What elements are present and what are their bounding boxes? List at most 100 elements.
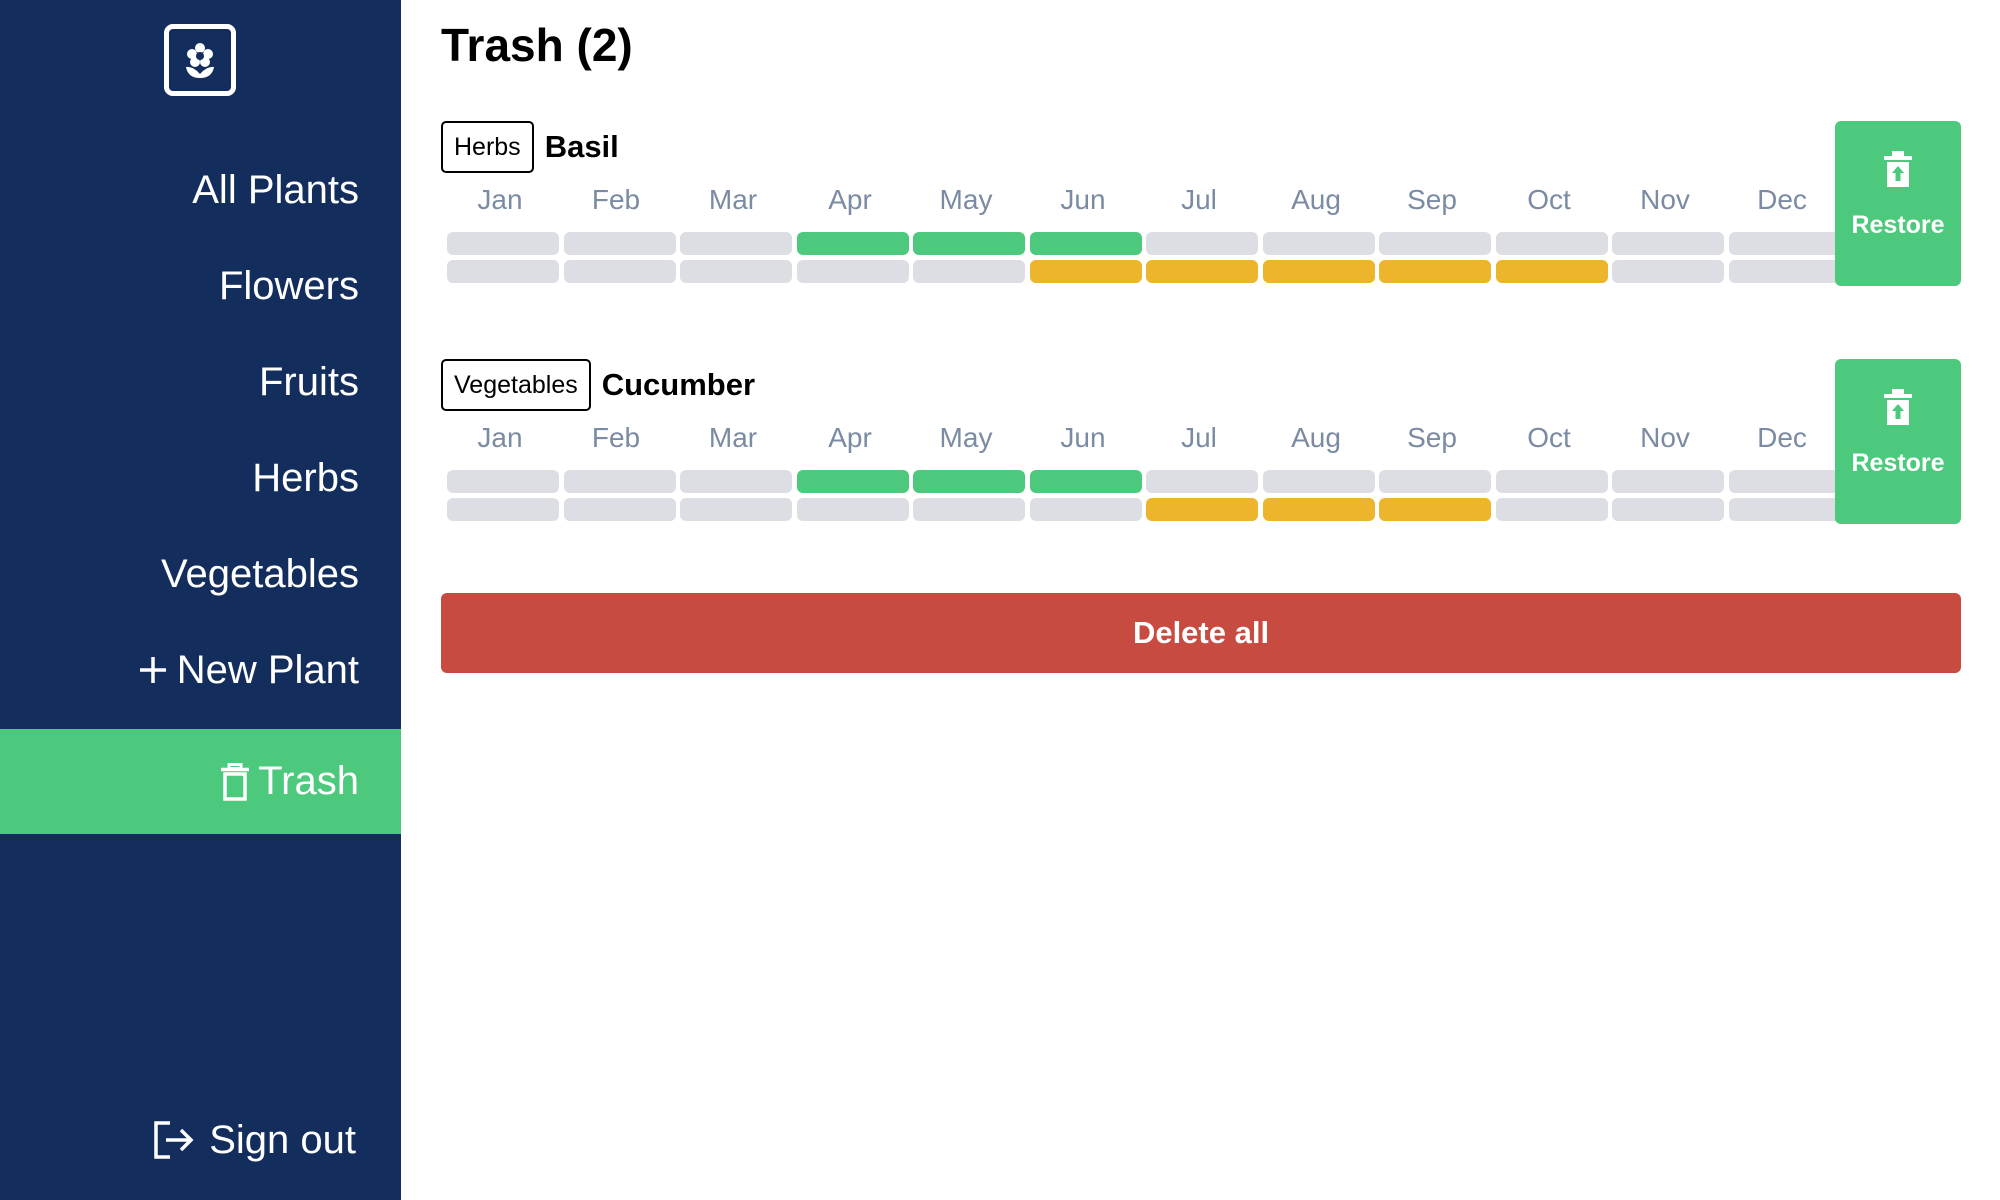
sow-cell-aug bbox=[1262, 232, 1375, 255]
month-label: Sep bbox=[1407, 422, 1457, 453]
sow-cell-apr bbox=[796, 470, 909, 493]
month-label: Mar bbox=[708, 422, 758, 453]
month-label: Oct bbox=[1527, 422, 1571, 453]
sidebar-item-vegetables[interactable]: Vegetables bbox=[0, 526, 401, 622]
sidebar-item-new-plant[interactable]: New Plant bbox=[0, 622, 401, 718]
harvest-cell-may bbox=[913, 498, 1025, 521]
harvest-cell-aug bbox=[1262, 498, 1375, 521]
harvest-cell-mar bbox=[680, 260, 792, 283]
sidebar-item-label: Trash bbox=[258, 759, 359, 803]
harvest-cell-apr bbox=[796, 498, 909, 521]
sow-cell-may bbox=[913, 470, 1025, 493]
sidebar-item-herbs[interactable]: Herbs bbox=[0, 430, 401, 526]
category-tag: Vegetables bbox=[441, 359, 591, 411]
sow-cell-jun bbox=[1029, 232, 1142, 255]
sidebar-item-flowers[interactable]: Flowers bbox=[0, 238, 401, 334]
month-label: Sep bbox=[1407, 184, 1457, 215]
sidebar: All Plants Flowers Fruits Herbs Vegetabl… bbox=[0, 0, 401, 1200]
month-label: Jan bbox=[477, 184, 523, 215]
month-label: May bbox=[939, 422, 993, 453]
month-label: Jun bbox=[1060, 184, 1106, 215]
month-label: Feb bbox=[591, 422, 641, 453]
month-label: Nov bbox=[1640, 184, 1690, 215]
delete-all-label: Delete all bbox=[1132, 615, 1270, 650]
sow-cell-jul bbox=[1146, 470, 1258, 493]
sign-out-button[interactable]: Sign out bbox=[0, 1092, 401, 1188]
page-title: Trash (2) bbox=[441, 19, 633, 71]
month-label: Aug bbox=[1291, 422, 1341, 453]
month-label: Apr bbox=[828, 422, 872, 453]
harvest-cell-jul bbox=[1146, 260, 1258, 283]
month-labels: Jan Feb Mar Apr May Jun Jul Aug Sep Oct … bbox=[441, 184, 1835, 220]
sow-cell-apr bbox=[796, 232, 909, 255]
flower-logo-icon[interactable] bbox=[164, 24, 236, 96]
harvest-cell-nov bbox=[1612, 260, 1724, 283]
month-label: Oct bbox=[1527, 184, 1571, 215]
harvest-cell-nov bbox=[1612, 498, 1724, 521]
harvest-cell-jan bbox=[447, 260, 559, 283]
month-label: Aug bbox=[1291, 184, 1341, 215]
sow-cell-aug bbox=[1262, 470, 1375, 493]
sow-cell-jan bbox=[447, 232, 559, 255]
sow-cell-sep bbox=[1379, 232, 1491, 255]
flower-icon bbox=[186, 43, 214, 78]
sow-cell-jan bbox=[447, 470, 559, 493]
sign-out-icon bbox=[153, 1120, 195, 1160]
sidebar-item-label: Flowers bbox=[218, 263, 359, 308]
sow-cell-mar bbox=[680, 232, 792, 255]
harvest-cell-sep bbox=[1379, 498, 1491, 521]
trash-item-cucumber: Vegetables Cucumber Jan Feb Mar Apr May … bbox=[441, 359, 1961, 524]
month-label: Dec bbox=[1757, 184, 1807, 215]
month-label: Feb bbox=[591, 184, 641, 215]
restore-button[interactable]: Restore bbox=[1835, 359, 1961, 524]
plus-icon bbox=[137, 654, 169, 686]
month-label: May bbox=[939, 184, 993, 215]
harvest-cell-mar bbox=[680, 498, 792, 521]
category-tag: Herbs bbox=[441, 121, 534, 173]
restore-trash-icon bbox=[1884, 151, 1912, 187]
harvest-cell-oct bbox=[1495, 260, 1608, 283]
month-label: Apr bbox=[828, 184, 872, 215]
trash-item-basil: Herbs Basil Jan Feb Mar Apr May Jun Jul … bbox=[441, 121, 1961, 286]
sow-cell-may bbox=[913, 232, 1025, 255]
sow-cell-feb bbox=[563, 470, 676, 493]
month-label: Jun bbox=[1060, 422, 1106, 453]
month-label: Jul bbox=[1181, 422, 1217, 453]
harvest-cell-feb bbox=[563, 260, 676, 283]
month-label: Nov bbox=[1640, 422, 1690, 453]
sow-cell-oct bbox=[1495, 470, 1608, 493]
plant-name: Basil bbox=[544, 129, 619, 164]
plant-header: Vegetables Cucumber bbox=[441, 359, 755, 411]
plant-name: Cucumber bbox=[601, 367, 756, 402]
sidebar-item-label: All Plants bbox=[192, 167, 359, 212]
sidebar-item-label: Fruits bbox=[259, 359, 359, 404]
harvest-row bbox=[441, 498, 1841, 522]
sow-cell-oct bbox=[1495, 232, 1608, 255]
month-label: Jan bbox=[477, 422, 523, 453]
harvest-cell-dec bbox=[1728, 498, 1841, 521]
sidebar-item-label: New Plant bbox=[176, 647, 359, 692]
month-label: Jul bbox=[1181, 184, 1217, 215]
harvest-cell-jul bbox=[1146, 498, 1258, 521]
sow-cell-dec bbox=[1728, 470, 1841, 493]
sidebar-item-label: Herbs bbox=[252, 455, 359, 500]
sidebar-item-trash[interactable]: Trash bbox=[0, 729, 401, 834]
sow-cell-dec bbox=[1728, 232, 1841, 255]
sow-cell-mar bbox=[680, 470, 792, 493]
month-labels: Jan Feb Mar Apr May Jun Jul Aug Sep Oct … bbox=[441, 422, 1835, 458]
plant-header: Herbs Basil bbox=[441, 121, 619, 173]
delete-all-button[interactable]: Delete all bbox=[441, 593, 1961, 673]
sow-cell-sep bbox=[1379, 470, 1491, 493]
harvest-cell-may bbox=[913, 260, 1025, 283]
app-root: All Plants Flowers Fruits Herbs Vegetabl… bbox=[0, 0, 2000, 1200]
harvest-cell-feb bbox=[563, 498, 676, 521]
restore-button[interactable]: Restore bbox=[1835, 121, 1961, 286]
harvest-cell-jan bbox=[447, 498, 559, 521]
sidebar-item-fruits[interactable]: Fruits bbox=[0, 334, 401, 430]
sidebar-item-all-plants[interactable]: All Plants bbox=[0, 142, 401, 238]
harvest-cell-apr bbox=[796, 260, 909, 283]
sow-cell-nov bbox=[1612, 470, 1724, 493]
restore-label: Restore bbox=[1851, 449, 1945, 477]
harvest-cell-oct bbox=[1495, 498, 1608, 521]
harvest-cell-dec bbox=[1728, 260, 1841, 283]
